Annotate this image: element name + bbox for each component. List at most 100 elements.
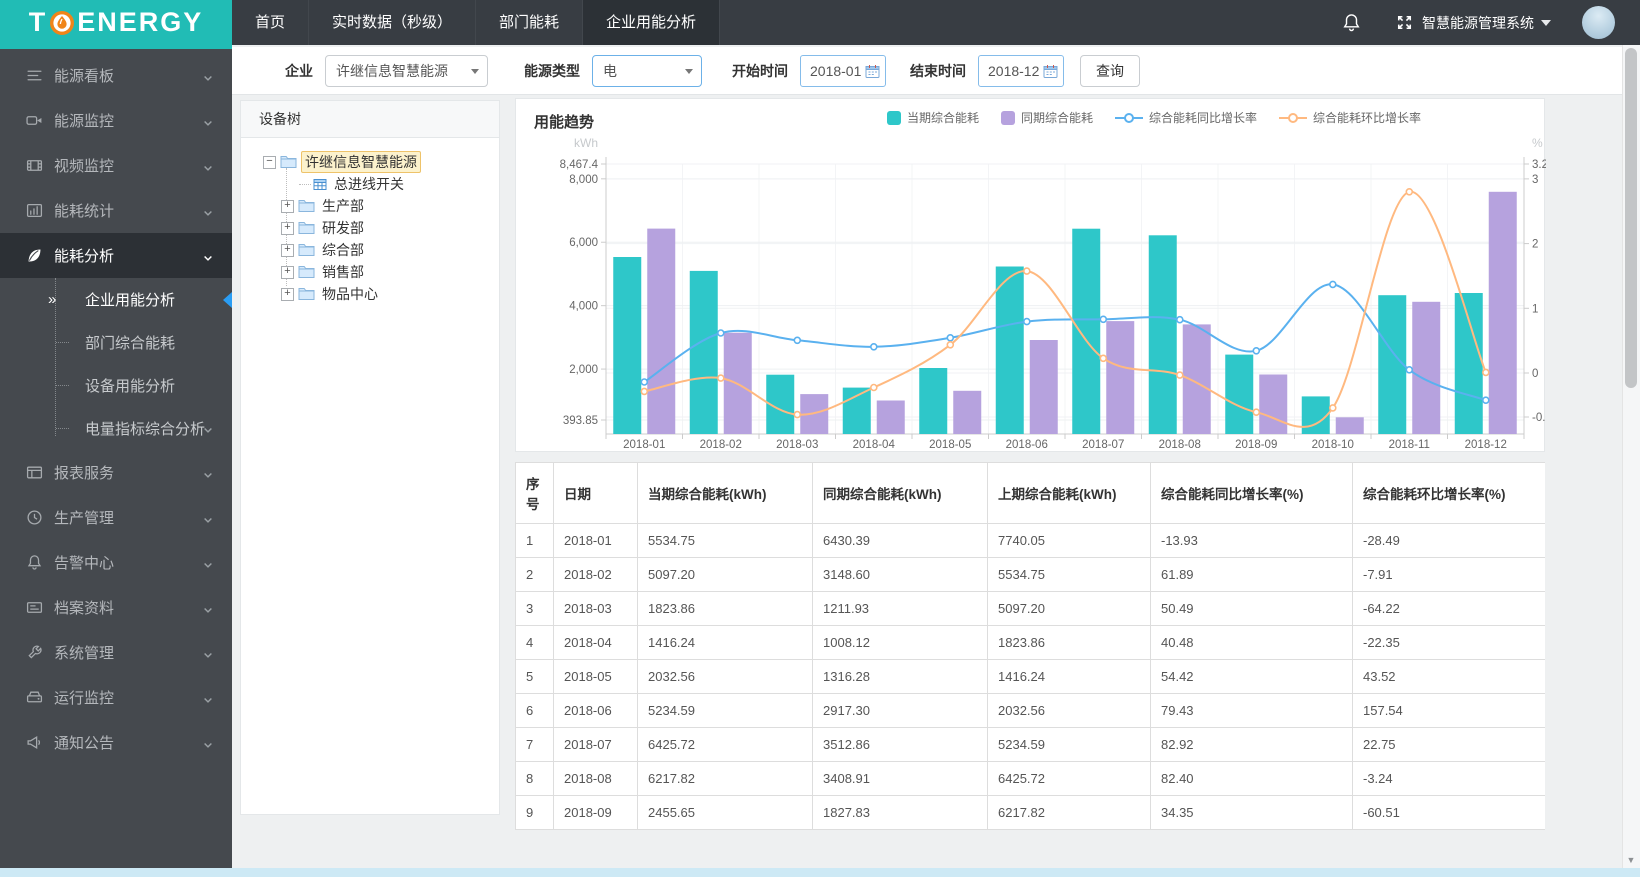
scrollbar-thumb[interactable] (1625, 48, 1637, 388)
sidebar-item-label: 视频监控 (54, 158, 115, 175)
table-cell: 5534.75 (987, 557, 1151, 592)
sidebar-item[interactable]: 生产管理 (0, 495, 232, 540)
sidebar-item[interactable]: 告警中心 (0, 540, 232, 585)
chevron-down-icon (1541, 19, 1551, 26)
sidebar-subitem[interactable]: 电量指标综合分析 (0, 407, 232, 450)
tree-node-label[interactable]: 生产部 (319, 196, 367, 216)
table-cell: 1827.83 (812, 795, 988, 830)
tree-node-label[interactable]: 物品中心 (319, 284, 381, 304)
expand-toggle[interactable] (281, 198, 294, 213)
sidebar-accent-strip (0, 45, 232, 49)
energy-type-label: 能源类型 (524, 62, 580, 79)
device-tree: 许继信息智慧能源总进线开关生产部研发部综合部销售部物品中心 (241, 138, 499, 305)
horizontal-scrollbar[interactable] (0, 868, 1640, 877)
chart-plot-area[interactable]: 393.85 2,000 4,000 6,000 8,000 8,467.4 -0.68 0 1… (516, 99, 1546, 453)
start-date-input[interactable]: 2018-01 (800, 54, 886, 87)
energy-type-select[interactable]: 电 (592, 54, 702, 87)
svg-text:2: 2 (1532, 239, 1538, 251)
table-cell: -3.24 (1352, 761, 1545, 796)
start-date-value: 2018-01 (810, 62, 862, 79)
company-label: 企业 (285, 62, 313, 79)
top-nav: 首页 实时数据（秒级） 部门能耗 企业用能分析 (232, 0, 721, 45)
calendar-icon[interactable] (865, 64, 880, 79)
svg-text:2018-03: 2018-03 (776, 439, 818, 451)
sidebar-subitem[interactable]: » 企业用能分析 (0, 278, 232, 321)
expand-toggle[interactable] (281, 264, 294, 279)
bell-icon (27, 555, 42, 570)
archive-icon (26, 602, 43, 613)
expand-toggle[interactable] (281, 242, 294, 257)
table-cell: 2032.56 (637, 659, 813, 694)
table-cell: 1 (515, 523, 554, 558)
wrench-icon (28, 645, 42, 659)
system-name-label: 智慧能源管理系统 (1422, 14, 1534, 31)
folder-icon (298, 222, 315, 234)
sidebar-item[interactable]: 档案资料 (0, 585, 232, 630)
chevron-down-icon (204, 75, 212, 81)
clock-icon (27, 510, 42, 525)
table-cell: -64.22 (1352, 591, 1545, 626)
calendar-icon[interactable] (1043, 64, 1058, 79)
tree-node[interactable]: 销售部 (281, 261, 499, 283)
nav-tab-2[interactable]: 实时数据（秒级） (309, 0, 477, 45)
fullscreen-icon[interactable] (1396, 0, 1413, 45)
vertical-scrollbar[interactable]: ▼ (1622, 45, 1640, 868)
sidebar-item-label: 系统管理 (54, 645, 115, 662)
svg-text:kWh: kWh (574, 136, 598, 150)
sidebar-item[interactable]: 系统管理 (0, 630, 232, 675)
sidebar-item[interactable]: 能耗分析 (0, 233, 232, 278)
sidebar-item[interactable]: 报表服务 (0, 450, 232, 495)
filter-bar: 企业 许继信息智慧能源 能源类型 电 开始时间 2018-01 结束时间 201… (232, 47, 1623, 95)
table-cell: 2018-02 (553, 557, 638, 592)
nav-tab-3[interactable]: 部门能耗 (476, 0, 584, 45)
collapse-toggle[interactable] (263, 154, 276, 169)
table-cell: 2 (515, 557, 554, 592)
table-column-header: 综合能耗环比增长率(%) (1352, 462, 1545, 524)
table-cell: -22.35 (1352, 625, 1545, 660)
user-avatar[interactable] (1582, 6, 1615, 39)
tree-node[interactable]: 生产部 (281, 195, 499, 217)
table-cell: 7740.05 (987, 523, 1151, 558)
table-cell: 6425.72 (987, 761, 1151, 796)
sidebar-item[interactable]: 视频监控 (0, 143, 232, 188)
svg-text:0: 0 (1532, 368, 1538, 380)
sidebar-subitem[interactable]: 设备用能分析 (0, 364, 232, 407)
sidebar-subitem[interactable]: 部门综合能耗 (0, 321, 232, 364)
tree-node-label[interactable]: 总进线开关 (331, 174, 407, 194)
svg-text:3.23: 3.23 (1532, 159, 1546, 171)
end-date-input[interactable]: 2018-12 (978, 54, 1064, 87)
folder-icon (280, 156, 297, 168)
nav-tab-1[interactable]: 首页 (232, 0, 310, 45)
tree-node-label[interactable]: 研发部 (319, 218, 367, 238)
tree-node-label[interactable]: 销售部 (319, 262, 367, 282)
company-select[interactable]: 许继信息智慧能源 (325, 54, 488, 87)
table-cell: 3 (515, 591, 554, 626)
tree-node[interactable]: 物品中心 (281, 283, 499, 305)
tree-node-label[interactable]: 许继信息智慧能源 (301, 151, 421, 173)
expand-toggle[interactable] (281, 220, 294, 235)
drive-icon (26, 691, 43, 703)
sidebar-item[interactable]: 能耗统计 (0, 188, 232, 233)
expand-toggle[interactable] (281, 286, 294, 301)
table-cell: 61.89 (1150, 557, 1353, 592)
chevron-down-icon (204, 427, 212, 433)
tree-node[interactable]: 总进线开关 (299, 173, 499, 195)
sidebar-subitem-label: 电量指标综合分析 (85, 421, 206, 438)
scrollbar-down-arrow[interactable]: ▼ (1623, 855, 1639, 865)
tree-node[interactable]: 综合部 (281, 239, 499, 261)
table-cell: 1416.24 (637, 625, 813, 660)
nav-tab-4[interactable]: 企业用能分析 (583, 0, 721, 45)
bar-chart-icon (26, 204, 43, 217)
query-button[interactable]: 查询 (1080, 54, 1140, 87)
tree-node[interactable]: 研发部 (281, 217, 499, 239)
device-tree-title: 设备树 (241, 101, 499, 138)
system-name-menu[interactable]: 智慧能源管理系统 (1422, 0, 1551, 45)
tree-node[interactable]: 许继信息智慧能源 (263, 151, 499, 173)
notification-bell-icon[interactable] (1342, 0, 1361, 45)
sidebar-item[interactable]: 通知公告 (0, 720, 232, 765)
tree-node-label[interactable]: 综合部 (319, 240, 367, 260)
sidebar-item[interactable]: 能源看板 (0, 53, 232, 98)
sidebar-item[interactable]: 能源监控 (0, 98, 232, 143)
sidebar-item[interactable]: 运行监控 (0, 675, 232, 720)
table-column-header: 当期综合能耗(kWh) (637, 462, 813, 524)
